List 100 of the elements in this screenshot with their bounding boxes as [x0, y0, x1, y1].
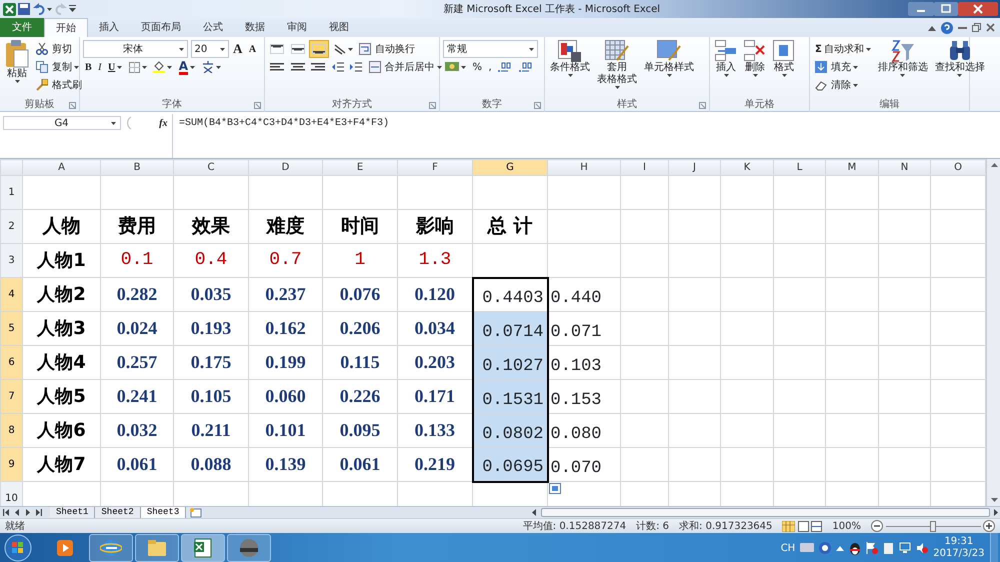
zoom-in-icon[interactable] [983, 520, 995, 532]
ribbon-tab[interactable]: 公式 [192, 18, 234, 37]
column-header[interactable]: F [398, 160, 472, 176]
penguin-icon[interactable] [849, 542, 862, 554]
help-icon[interactable] [819, 542, 832, 554]
fill-button[interactable]: 填充 [813, 58, 873, 76]
sheet-tab[interactable]: Sheet1 [50, 507, 96, 518]
row-header[interactable]: 10 [0, 482, 22, 506]
spreadsheet-logo-icon[interactable] [2, 2, 16, 16]
sheet-tab[interactable]: Sheet2 [95, 507, 141, 518]
column-header[interactable]: N [878, 160, 930, 176]
file-tab[interactable]: 文件 [0, 18, 44, 37]
minimize-icon[interactable] [908, 2, 934, 16]
restore-icon[interactable] [972, 23, 981, 32]
grow-font-button[interactable]: A [231, 40, 244, 58]
paste-options-icon[interactable] [548, 483, 560, 494]
normal-view-icon[interactable] [782, 520, 796, 532]
dialog-launcher-icon[interactable] [429, 102, 436, 109]
undo-icon[interactable] [32, 3, 44, 15]
scroll-left-icon[interactable] [530, 508, 538, 517]
row-header[interactable]: 1 [0, 176, 22, 210]
merge-center-button[interactable]: 合并后居中 [366, 58, 444, 76]
flag-icon[interactable] [866, 542, 878, 554]
comma-style-button[interactable]: , [486, 58, 494, 76]
column-header[interactable]: E [322, 160, 398, 176]
clear-button[interactable]: 清除 [813, 76, 873, 94]
shrink-font-button[interactable]: A [246, 40, 258, 58]
insert-cells-button[interactable]: 插入 [713, 40, 739, 99]
underline-button[interactable]: U [106, 58, 124, 76]
page-layout-view-icon[interactable] [798, 520, 809, 532]
format-as-table-button[interactable]: 套用 表格格式 [595, 40, 639, 99]
dialog-launcher-icon[interactable] [69, 102, 76, 109]
column-header[interactable]: J [668, 160, 720, 176]
muted-speaker-icon[interactable] [916, 542, 928, 554]
column-header[interactable]: D [248, 160, 322, 176]
taskbar-app-button[interactable] [226, 534, 270, 562]
column-header[interactable]: B [100, 160, 174, 176]
delete-cells-button[interactable]: 删除 [742, 40, 768, 99]
zoom-slider[interactable] [886, 520, 980, 532]
first-sheet-icon[interactable] [2, 508, 10, 517]
save-icon[interactable] [18, 3, 30, 15]
cut-button[interactable]: 剪切 [34, 40, 84, 58]
collapse-ribbon-icon[interactable] [928, 24, 936, 30]
next-sheet-icon[interactable] [24, 508, 32, 517]
row-header[interactable]: 8 [0, 414, 22, 448]
dialog-launcher-icon[interactable] [534, 102, 541, 109]
row-header[interactable]: 2 [0, 210, 22, 244]
wrap-text-button[interactable]: 自动换行 [357, 40, 417, 58]
last-sheet-icon[interactable] [34, 508, 42, 517]
show-hidden-icons-icon[interactable] [836, 545, 844, 551]
font-color-button[interactable]: A [176, 58, 198, 76]
ribbon-tab[interactable]: 插入 [88, 18, 130, 37]
start-button-icon[interactable] [2, 534, 32, 562]
clipboard-tray-icon[interactable] [883, 542, 894, 554]
font-name-field[interactable]: 宋体 [83, 40, 188, 58]
ribbon-tab[interactable]: 数据 [234, 18, 276, 37]
close-icon[interactable] [986, 23, 995, 32]
customize-toolbar-icon[interactable] [69, 5, 76, 13]
help-icon[interactable] [941, 22, 953, 34]
clock-date[interactable]: 2017/3/23 [933, 548, 984, 560]
column-header[interactable]: G [472, 160, 548, 176]
clock-time[interactable]: 19:31 [933, 536, 984, 548]
close-icon[interactable] [958, 2, 998, 16]
format-painter-button[interactable]: 格式刷 [34, 76, 84, 94]
find-select-button[interactable]: 查找和选择 [932, 40, 987, 99]
copy-button[interactable]: 复制 [34, 58, 84, 76]
number-format-field[interactable]: 常规 [443, 40, 538, 58]
sheet-tab[interactable]: Sheet3 [140, 507, 186, 518]
column-header[interactable]: O [930, 160, 986, 176]
formula-field[interactable]: =SUM(B4*B3+C4*C3+D4*D3+E4*E3+F4*F3) [172, 114, 1000, 158]
column-header[interactable]: C [174, 160, 248, 176]
scroll-right-icon[interactable] [992, 508, 1000, 517]
column-header[interactable]: M [826, 160, 878, 176]
taskbar-app-button[interactable] [180, 534, 224, 562]
column-header[interactable]: I [620, 160, 668, 176]
row-header[interactable]: 3 [0, 244, 22, 278]
column-header[interactable]: A [22, 160, 100, 176]
row-header[interactable]: 9 [0, 448, 22, 482]
bold-button[interactable]: B [83, 58, 94, 76]
cell-styles-button[interactable]: 单元格样式 [642, 40, 696, 99]
column-header[interactable]: H [548, 160, 620, 176]
name-box-field[interactable]: G4 [2, 116, 120, 130]
ribbon-tab[interactable]: 开始 [44, 18, 88, 37]
previous-sheet-icon[interactable] [13, 508, 21, 517]
row-header[interactable]: 4 [0, 278, 22, 312]
scrollbar-thumb[interactable] [540, 508, 990, 517]
format-cells-button[interactable]: 格式 [771, 40, 797, 99]
ribbon-tab[interactable]: 视图 [318, 18, 360, 37]
vertical-align-button[interactable] [309, 40, 329, 58]
keyboard-icon[interactable] [800, 543, 814, 553]
italic-button[interactable]: I [96, 58, 104, 76]
language-indicator[interactable]: CH [780, 540, 796, 556]
sort-filter-button[interactable]: 排序和筛选 [876, 40, 930, 99]
column-header[interactable]: K [720, 160, 774, 176]
dialog-launcher-icon[interactable] [254, 102, 261, 109]
column-header[interactable]: L [774, 160, 826, 176]
ribbon-tab[interactable]: 页面布局 [130, 18, 192, 37]
font-size-field[interactable]: 20 [190, 40, 228, 58]
paste-button[interactable]: 粘贴 [3, 40, 31, 99]
slider-thumb[interactable] [930, 520, 936, 532]
